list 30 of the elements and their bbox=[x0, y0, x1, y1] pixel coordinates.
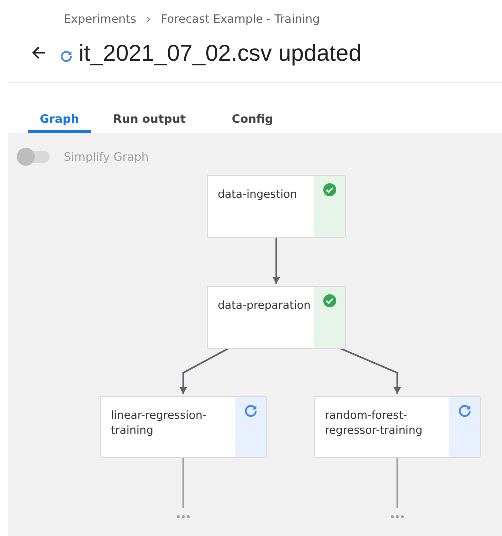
tab[interactable]: Config bbox=[220, 107, 286, 133]
ellipsis-icon bbox=[391, 516, 404, 518]
breadcrumb-separator: › bbox=[146, 12, 152, 26]
node-name: data-preparation bbox=[217, 298, 312, 314]
breadcrumb-link[interactable]: Forecast Example - Training bbox=[161, 12, 320, 26]
toggle-switch[interactable] bbox=[18, 150, 50, 164]
node-name: data-ingestion bbox=[217, 187, 298, 203]
check-circle-icon bbox=[322, 294, 336, 308]
edge-arrow bbox=[272, 237, 280, 284]
node-name: linear-regression-training bbox=[110, 408, 208, 439]
edge-line bbox=[396, 458, 398, 508]
back-button[interactable] bbox=[32, 46, 46, 60]
run-title: it_2021_07_02.csv updated bbox=[79, 40, 362, 66]
node-name: random-forest-regressor-training bbox=[324, 408, 424, 439]
edge-arrow bbox=[338, 347, 402, 394]
ellipsis-icon bbox=[177, 516, 190, 518]
refresh-icon bbox=[60, 50, 73, 62]
toggle-label: Simplify Graph bbox=[64, 150, 149, 164]
edge-arrow bbox=[180, 347, 230, 394]
refresh-icon bbox=[244, 404, 258, 418]
check-circle-icon bbox=[322, 183, 336, 197]
edge-line bbox=[182, 458, 184, 508]
refresh-icon bbox=[458, 404, 472, 418]
back-arrow-icon bbox=[32, 46, 46, 60]
tab[interactable]: Run output bbox=[101, 107, 198, 133]
graph-node[interactable]: data-ingestion bbox=[207, 175, 346, 238]
breadcrumb-link[interactable]: Experiments bbox=[64, 12, 136, 26]
graph-node[interactable]: linear-regression-training bbox=[100, 396, 267, 458]
graph-node[interactable]: random-forest-regressor-training bbox=[314, 396, 481, 458]
graph-node[interactable]: data-preparation bbox=[207, 286, 346, 349]
